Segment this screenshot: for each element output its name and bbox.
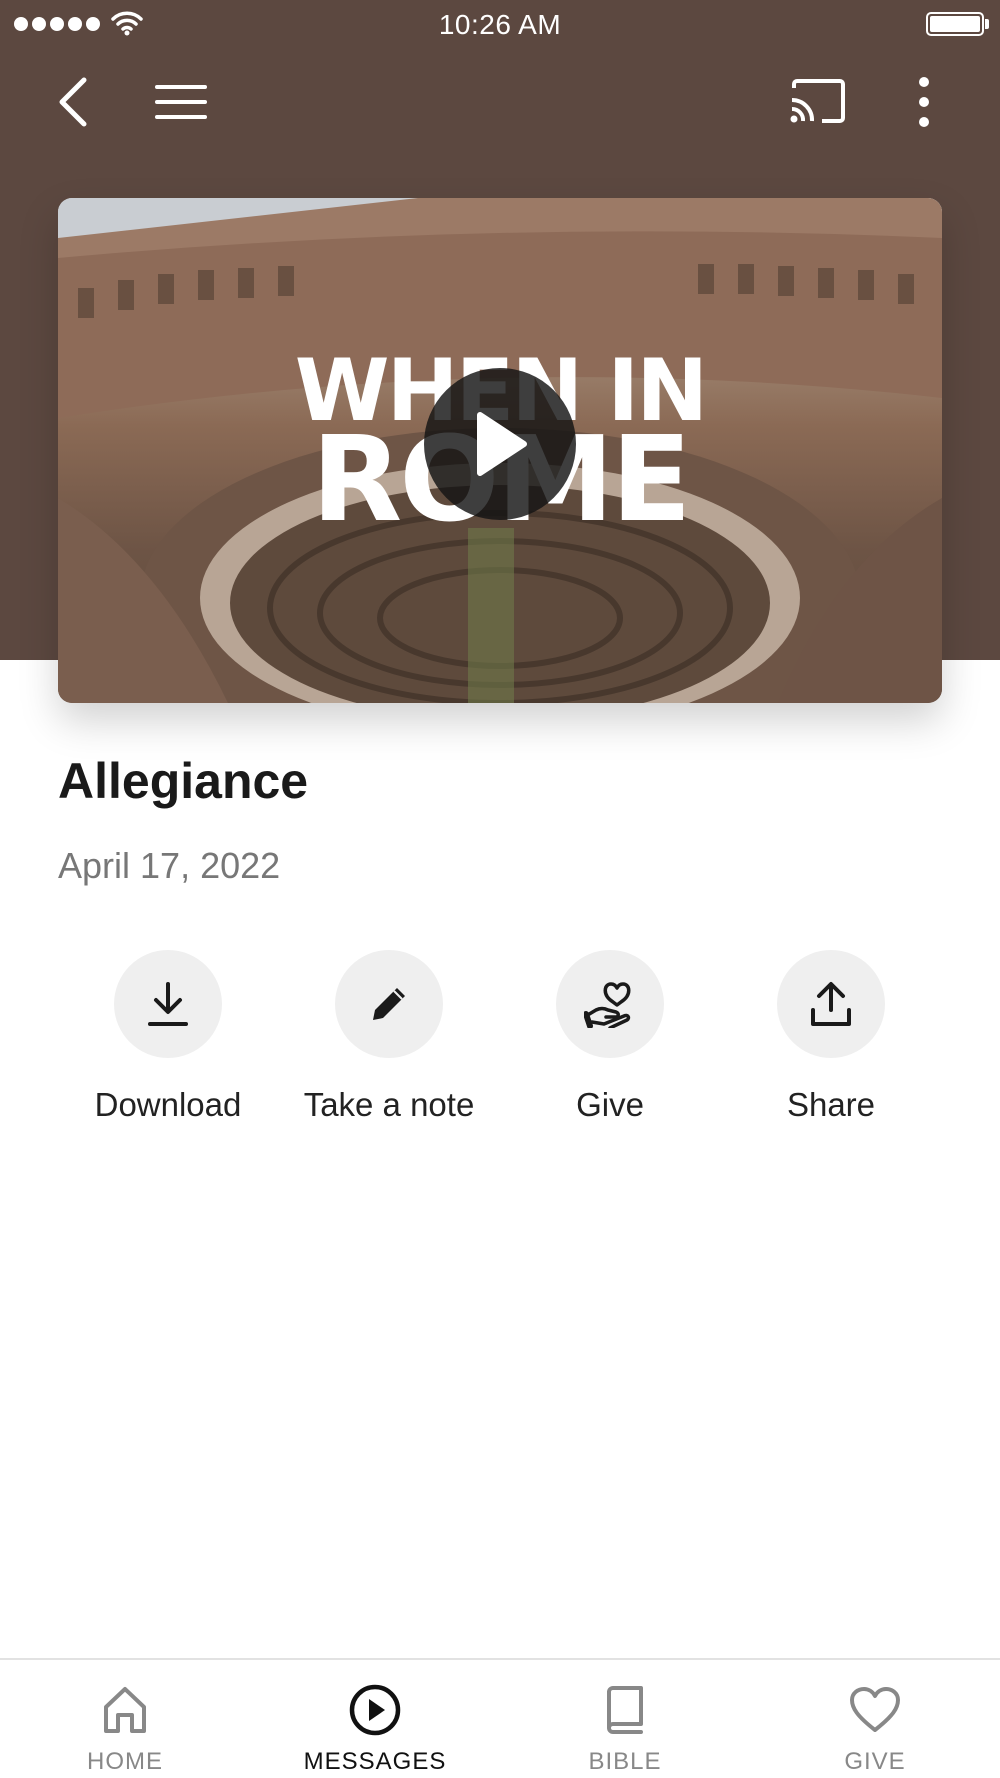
give-label: Give — [576, 1086, 644, 1123]
bottom-tab-bar: HOME MESSAGES BIBLE GIVE — [0, 1658, 1000, 1778]
message-date: April 17, 2022 — [58, 845, 281, 886]
take-a-note-button[interactable]: Take a note — [279, 950, 499, 1124]
take-a-note-label: Take a note — [303, 1086, 475, 1123]
tab-bible-label: BIBLE — [588, 1748, 662, 1775]
tab-bible[interactable]: BIBLE — [500, 1660, 750, 1778]
download-icon-circle — [114, 950, 222, 1058]
home-icon — [97, 1682, 153, 1738]
pencil-icon — [373, 988, 405, 1020]
give-button[interactable]: Give — [500, 950, 720, 1124]
back-button[interactable] — [38, 66, 110, 138]
share-icon-circle — [777, 950, 885, 1058]
status-time: 10:26 AM — [438, 9, 562, 40]
more-vertical-icon — [919, 77, 929, 127]
share-icon — [811, 982, 851, 1026]
hamburger-menu-icon — [155, 85, 207, 119]
download-label: Download — [94, 1086, 242, 1123]
cast-icon — [790, 79, 845, 123]
battery-icon — [926, 12, 984, 36]
hand-heart-icon — [584, 982, 631, 1028]
tab-home-label: HOME — [87, 1748, 163, 1775]
battery-tip — [985, 19, 989, 29]
share-button[interactable]: Share — [721, 950, 941, 1124]
tab-give-label: GIVE — [844, 1748, 906, 1775]
download-icon — [148, 982, 188, 1026]
heart-icon — [847, 1682, 903, 1738]
play-button[interactable] — [424, 368, 576, 520]
play-circle-icon — [347, 1682, 403, 1738]
tab-messages-label: MESSAGES — [303, 1748, 447, 1775]
tab-messages[interactable]: MESSAGES — [250, 1660, 500, 1778]
tab-give[interactable]: GIVE — [750, 1660, 1000, 1778]
menu-button[interactable] — [145, 66, 217, 138]
video-thumbnail[interactable]: WHEN IN ROME — [58, 198, 942, 703]
book-icon — [597, 1682, 653, 1738]
tab-home[interactable]: HOME — [0, 1660, 250, 1778]
chevron-left-icon — [59, 77, 87, 127]
status-bar: 10:26 AM — [0, 0, 1000, 50]
pencil-icon-circle — [335, 950, 443, 1058]
cast-button[interactable] — [782, 66, 854, 138]
hand-heart-icon-circle — [556, 950, 664, 1058]
more-options-button[interactable] — [888, 66, 960, 138]
download-button[interactable]: Download — [58, 950, 278, 1124]
share-label: Share — [786, 1086, 876, 1123]
message-title: Allegiance — [58, 753, 309, 809]
play-icon — [477, 412, 527, 476]
